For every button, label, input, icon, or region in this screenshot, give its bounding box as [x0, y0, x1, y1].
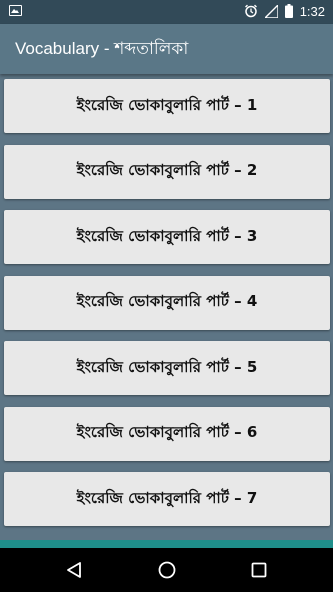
page-title: Vocabulary - শব্দতালিকা — [15, 39, 189, 58]
vocabulary-part-1-button[interactable]: ইংরেজি ভোকাবুলারি পার্ট – 1 — [4, 79, 330, 133]
vocabulary-part-2-button[interactable]: ইংরেজি ভোকাবুলারি পার্ট – 2 — [4, 144, 330, 199]
home-icon[interactable] — [155, 558, 179, 582]
vocabulary-part-4-button[interactable]: ইংরেজি ভোকাবুলারি পার্ট – 4 — [4, 275, 330, 330]
battery-icon — [284, 3, 293, 22]
vocabulary-list: ইংরেজি ভোকাবুলারি পার্ট – 1 ইংরেজি ভোকাব… — [4, 79, 330, 538]
status-bar: 1:32 — [0, 0, 333, 24]
image-icon — [9, 5, 22, 16]
vocabulary-part-5-button[interactable]: ইংরেজি ভোকাবুলারি পার্ট – 5 — [4, 341, 330, 395]
app-bar: Vocabulary - শব্দতালিকা — [0, 24, 333, 74]
vocabulary-part-6-button[interactable]: ইংরেজি ভোকাবুলারি পার্ট – 6 — [4, 406, 330, 461]
signal-icon — [262, 2, 279, 22]
recents-icon[interactable] — [247, 558, 271, 582]
back-icon[interactable] — [62, 558, 86, 582]
content-area: ইংরেজি ভোকাবুলারি পার্ট – 1 ইংরেজি ভোকাব… — [0, 74, 333, 548]
accent-strip — [0, 540, 333, 548]
vocabulary-part-3-button[interactable]: ইংরেজি ভোকাবুলারি পার্ট – 3 — [4, 210, 330, 264]
vocabulary-part-7-button[interactable]: ইংরেজি ভোকাবুলারি পার্ট – 7 — [4, 472, 330, 526]
navigation-bar — [0, 548, 333, 592]
alarm-icon — [244, 3, 258, 22]
status-time: 1:32 — [299, 4, 325, 19]
